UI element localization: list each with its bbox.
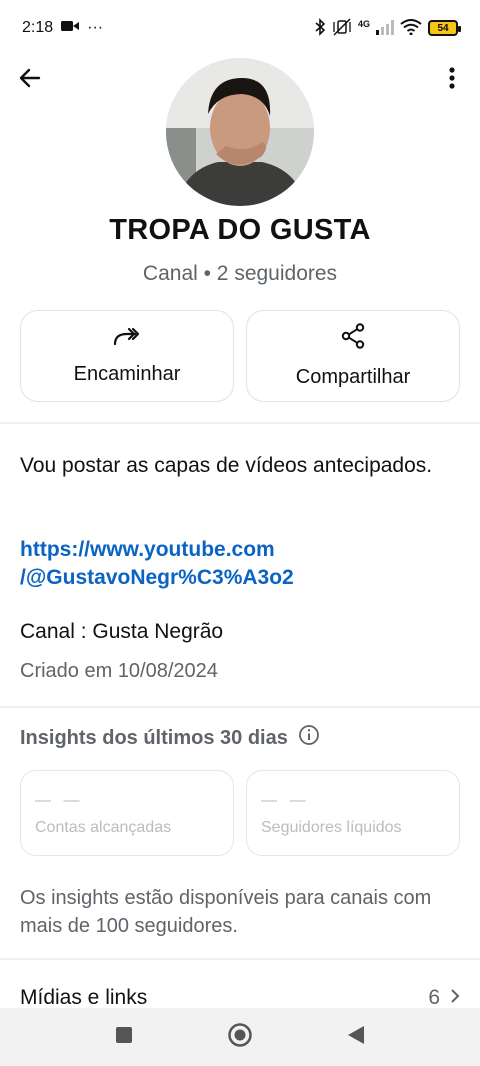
more-options-button[interactable] (434, 62, 470, 98)
signal-icon (376, 19, 394, 38)
share-label: Compartilhar (295, 366, 411, 388)
media-count-wrap: 6 (428, 986, 460, 1010)
insight-value: — — (261, 792, 310, 809)
channel-avatar[interactable] (166, 58, 314, 206)
bluetooth-icon (314, 17, 326, 39)
channel-subtitle: Canal • 2 seguidores (142, 262, 338, 285)
video-camera-icon (61, 19, 80, 37)
insights-header: Insights dos últimos 30 dias (20, 724, 320, 752)
link-line-2: /@GustavoNegr%C3%A3o2 (20, 566, 294, 589)
battery-icon: 54 (428, 20, 461, 36)
insight-label: Contas alcançadas (35, 819, 172, 836)
media-links-label: Mídias e links (20, 986, 148, 1009)
channel-info-line: Canal : Gusta Negrão (20, 620, 224, 643)
forward-label: Encaminhar (73, 363, 181, 385)
share-button[interactable]: Compartilhar (246, 310, 460, 402)
status-bar: 2:18 ··· 4G 54 (0, 0, 480, 56)
chevron-right-icon (450, 986, 460, 1010)
section-divider (0, 706, 480, 708)
insight-value: — — (35, 792, 84, 809)
system-nav-bar (0, 1008, 480, 1066)
insights-note: Os insights estão disponíveis para canai… (20, 887, 432, 937)
home-button[interactable] (225, 1022, 255, 1052)
insights-title: Insights dos últimos 30 dias (20, 726, 288, 749)
channel-name: TROPA DO GUSTA (109, 214, 371, 246)
media-links-row[interactable]: Mídias e links 6 (20, 986, 460, 1010)
insight-card-net-followers: — — Seguidores líquidos (246, 770, 460, 856)
battery-level: 54 (437, 22, 449, 34)
network-type: 4G (357, 19, 370, 29)
vibrate-off-icon (332, 17, 352, 39)
status-right: 4G 54 (314, 17, 461, 39)
more-vertical-icon (448, 66, 456, 95)
info-icon[interactable] (298, 724, 320, 752)
channel-description: Vou postar as capas de vídeos antecipado… (20, 454, 433, 477)
status-overflow: ··· (87, 19, 104, 36)
forward-button[interactable]: Encaminhar (20, 310, 234, 402)
wifi-icon (400, 18, 422, 38)
section-divider (0, 958, 480, 960)
youtube-link[interactable]: https://www.youtube.com /@GustavoNegr%C3… (20, 536, 460, 592)
forward-icon (113, 326, 141, 351)
recents-button[interactable] (109, 1022, 139, 1052)
status-left: 2:18 ··· (22, 19, 103, 37)
back-triangle-icon (347, 1025, 365, 1050)
recents-square-icon (115, 1026, 133, 1049)
created-date: Criado em 10/08/2024 (20, 660, 218, 682)
insight-label: Seguidores líquidos (261, 819, 402, 836)
link-line-1: https://www.youtube.com (20, 538, 275, 561)
media-count: 6 (428, 986, 440, 1009)
section-divider (0, 422, 480, 424)
arrow-left-icon (18, 66, 42, 95)
home-circle-icon (227, 1022, 253, 1053)
status-time: 2:18 (22, 19, 54, 36)
back-button[interactable] (12, 62, 48, 98)
nav-back-button[interactable] (341, 1022, 371, 1052)
share-icon (341, 323, 365, 354)
insight-card-reached: — — Contas alcançadas (20, 770, 234, 856)
